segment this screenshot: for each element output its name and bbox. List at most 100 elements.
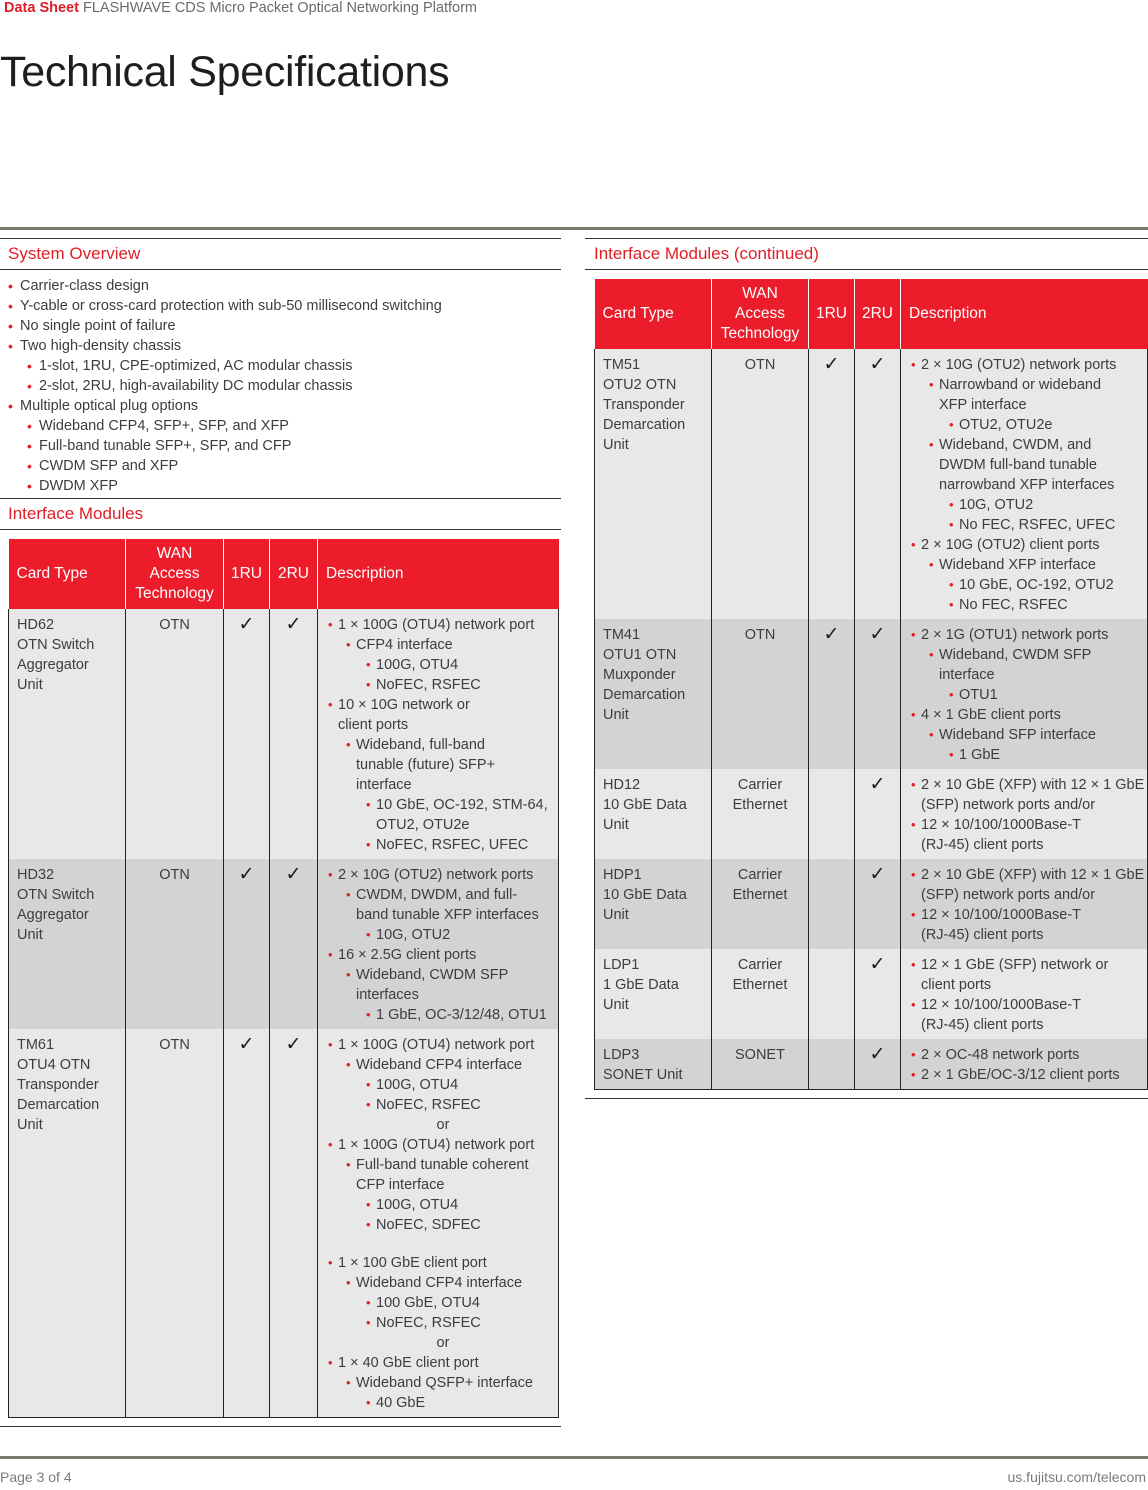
header-wan-access-technology: WAN Access Technology <box>711 279 809 349</box>
header-wan-line: Access <box>735 305 785 322</box>
wan-technology-cell: OTN <box>125 1029 224 1418</box>
wan-technology-cell: Carrier Ethernet <box>711 949 809 1039</box>
bullet-dot-icon: • <box>366 1077 371 1092</box>
bullet-dot-icon: • <box>949 497 954 512</box>
overview-bullet-text: DWDM XFP <box>39 478 118 494</box>
bullet-dot-icon: • <box>328 947 333 962</box>
description-text: Wideband SFP interface <box>939 727 1096 743</box>
description-text: OTU2, OTU2e <box>959 417 1053 433</box>
description-item: interfaces <box>346 985 558 1005</box>
bullet-dot-icon: • <box>366 927 371 942</box>
footer-url-link[interactable]: us.fujitsu.com/telecom <box>1008 1469 1147 1485</box>
description-text: (RJ-45) client ports <box>921 927 1044 943</box>
header-description: Description <box>317 539 559 609</box>
description-text: 16 × 2.5G client ports <box>338 947 477 963</box>
bullet-dot-icon: • <box>346 1275 351 1290</box>
wan-technology-line: SONET <box>735 1047 785 1063</box>
card-type-line: 10 GbE Data <box>603 797 687 813</box>
card-type-line: Aggregator <box>17 657 89 673</box>
description-item: • 4 × 1 GbE client ports <box>911 705 1147 725</box>
description-text: 100G, OTU4 <box>376 657 459 673</box>
overview-bullet-item: • Carrier-class design <box>8 276 561 296</box>
description-text: Wideband, CWDM SFP <box>939 647 1092 663</box>
table-row: TM41 OTU1 OTN Muxponder Demarcation Unit OTN ✓… <box>594 619 1148 769</box>
bullet-dot-icon: • <box>27 378 32 394</box>
bullet-dot-icon: • <box>27 458 32 474</box>
card-type-line: Aggregator <box>17 907 89 923</box>
ru1-cell <box>808 769 855 859</box>
description-text: Wideband CFP4 interface <box>356 1057 523 1073</box>
checkmark-icon: ✓ <box>238 864 255 885</box>
description-cell: • 2 × 10 GbE (XFP) with 12 × 1 GbE (SFP) n… <box>900 769 1148 859</box>
table-row: LDP3 SONET Unit SONET ✓ • 2 × OC-48 network p… <box>594 1039 1148 1090</box>
ru2-cell: ✓ <box>854 1039 901 1090</box>
description-text: 2 × 10G (OTU2) client ports <box>921 537 1100 553</box>
section-end-rule <box>0 1426 561 1427</box>
card-type-line: Unit <box>603 437 629 453</box>
description-item: (RJ-45) client ports <box>911 835 1147 855</box>
bullet-dot-icon: • <box>366 797 371 812</box>
description-item: interface <box>929 665 1147 685</box>
description-item: • 10 × 10G network or <box>328 695 558 715</box>
description-text: 12 × 10/100/1000Base-T <box>921 997 1082 1013</box>
bullet-dot-icon: • <box>949 517 954 532</box>
bullet-dot-icon: • <box>27 418 32 434</box>
description-item: DWDM full-band tunable <box>929 455 1147 475</box>
wan-technology-line: Carrier <box>737 777 783 793</box>
bullet-dot-icon: • <box>949 687 954 702</box>
ru2-cell: ✓ <box>854 769 901 859</box>
description-item: (SFP) network ports and/or <box>911 885 1147 905</box>
page-title: Technical Specifications <box>0 48 450 96</box>
bullet-dot-icon: • <box>366 1395 371 1410</box>
description-cell: • 2 × 1G (OTU1) network ports • Wideband, C… <box>900 619 1148 769</box>
bullet-dot-icon: • <box>346 1375 351 1390</box>
description-item: • 16 × 2.5G client ports <box>328 945 558 965</box>
overview-bullet-item: • Two high-density chassis <box>8 336 561 356</box>
bullet-dot-icon: • <box>929 647 934 662</box>
overview-bullet-item: • Multiple optical plug options <box>8 396 561 416</box>
header-wan-access-technology: WAN Access Technology <box>125 539 224 609</box>
ru1-cell: ✓ <box>808 349 855 619</box>
bullet-dot-icon: • <box>949 597 954 612</box>
description-list: • 1 × 100G (OTU4) network port • Wideband C… <box>318 1035 558 1413</box>
description-item: • 2 × 10G (OTU2) network ports <box>328 865 558 885</box>
header-1ru: 1RU <box>223 539 270 609</box>
checkmark-icon: ✓ <box>869 954 886 975</box>
description-item: • 2 × 10G (OTU2) client ports <box>911 535 1147 555</box>
description-text: CFP4 interface <box>356 637 453 653</box>
description-item: • 10G, OTU2 <box>366 925 558 945</box>
description-item: client ports <box>328 715 558 735</box>
ru2-cell: ✓ <box>854 349 901 619</box>
bullet-dot-icon: • <box>929 727 934 742</box>
bullet-dot-icon: • <box>366 677 371 692</box>
description-text: XFP interface <box>939 397 1027 413</box>
overview-bullet-item: • No single point of failure <box>8 316 561 336</box>
wan-technology-line: Ethernet <box>732 887 788 903</box>
section-end-rule <box>585 1098 1148 1099</box>
description-text: Wideband XFP interface <box>939 557 1096 573</box>
card-type-line: Unit <box>17 927 43 943</box>
bullet-dot-icon: • <box>911 867 916 882</box>
overview-bullet-item: • 1-slot, 1RU, CPE-optimized, AC modular … <box>27 356 561 376</box>
description-text: (RJ-45) client ports <box>921 837 1044 853</box>
table-row: TM61 OTU4 OTN Transponder Demarcation Unit OT… <box>8 1029 559 1418</box>
table-row: HD32 OTN Switch Aggregator Unit OTN ✓ ✓ • 2 × 10… <box>8 859 559 1029</box>
bullet-dot-icon: • <box>8 318 13 334</box>
bullet-dot-icon: • <box>366 837 371 852</box>
bullet-dot-icon: • <box>346 887 351 902</box>
description-item: • NoFEC, RSFEC, UFEC <box>366 835 558 855</box>
description-item: • Full-band tunable coherent <box>346 1155 558 1175</box>
card-type-line: Unit <box>17 677 43 693</box>
description-text: CWDM, DWDM, and full- <box>356 887 518 903</box>
wan-technology-cell: OTN <box>125 609 224 859</box>
system-overview-list: • Carrier-class design • Y-cable or cross-c… <box>0 270 561 498</box>
description-text: OTU1 <box>959 687 998 703</box>
interface-modules-continued-table: Card Type WAN Access Technology 1RU 2RU Descri… <box>594 279 1148 1090</box>
card-type-line: HDP1 <box>603 867 642 883</box>
card-type-line: Demarcation <box>603 687 686 703</box>
card-type-cell: HDP1 10 GbE Data Unit <box>594 859 712 949</box>
checkmark-icon: ✓ <box>869 774 886 795</box>
card-type-line: HD12 <box>603 777 641 793</box>
bullet-dot-icon: • <box>911 1047 916 1062</box>
bullet-dot-icon: • <box>911 907 916 922</box>
